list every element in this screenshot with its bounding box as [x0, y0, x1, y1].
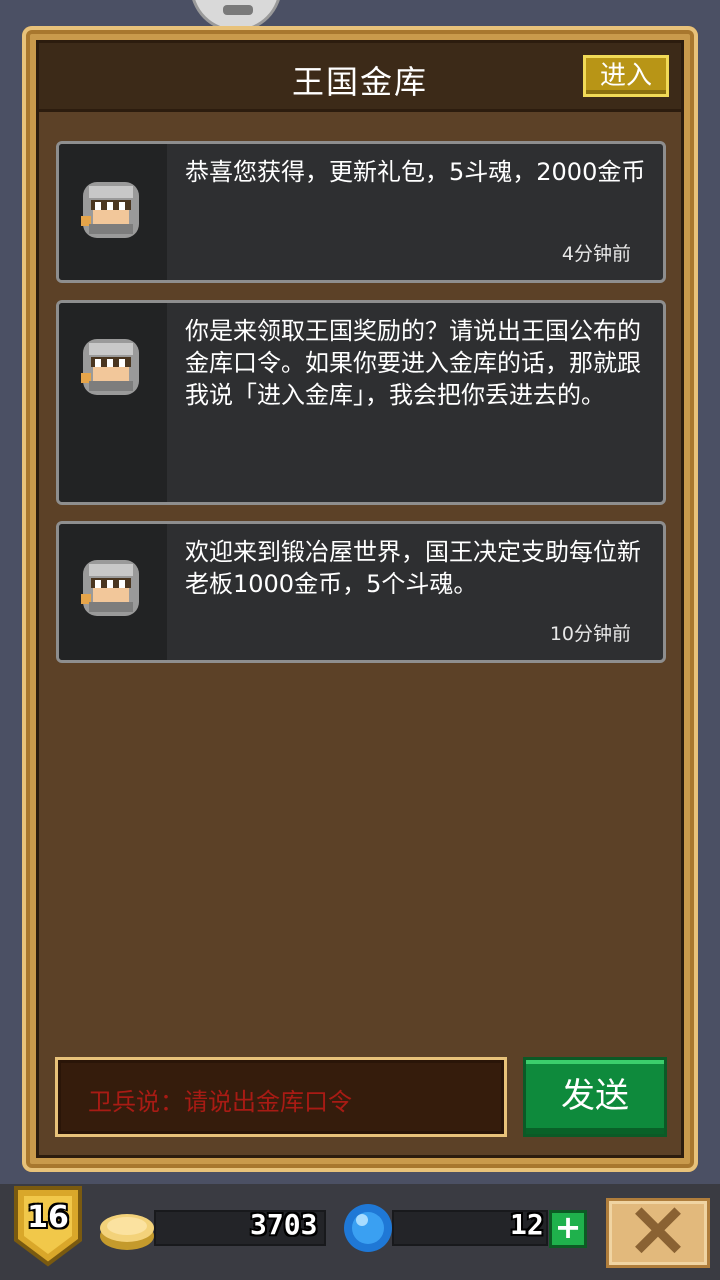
- panel-header: 王国金库 进入: [39, 43, 681, 112]
- enter-button[interactable]: 进入: [583, 55, 669, 97]
- plus-icon: +: [554, 1208, 582, 1246]
- message-time: 4分钟前: [561, 243, 631, 265]
- message-card: 恭喜您获得，更新礼包，5斗魂，2000金币 4分钟前: [56, 141, 666, 283]
- message-text: 恭喜您获得，更新礼包，5斗魂，2000金币: [185, 158, 646, 186]
- kingdom-vault-panel: 王国金库 进入 恭喜您获得，更新礼包，5斗魂，2000金币 4分钟前 你是来领取…: [22, 26, 698, 1172]
- message-text: 你是来领取王国奖励的？请说出王国公布的金库口令。如果你要进入金库的话，那就跟我说…: [185, 317, 641, 409]
- panel-body: 王国金库 进入 恭喜您获得，更新礼包，5斗魂，2000金币 4分钟前 你是来领取…: [36, 40, 684, 1158]
- status-bar: 16 3703 12 +: [0, 1184, 720, 1280]
- message-card: 欢迎来到锻冶屋世界，国王决定支助每位新老板1000金币，5个斗魂。 10分钟前: [56, 521, 666, 663]
- gems-value: 12: [510, 1208, 544, 1241]
- gold-coin-icon: [100, 1214, 154, 1250]
- knight-avatar-icon: [81, 560, 139, 616]
- password-input[interactable]: 卫兵说：请说出金库口令: [55, 1057, 507, 1137]
- level-value: 16: [27, 1200, 69, 1235]
- message-avatar-column: [59, 303, 167, 502]
- knight-avatar-icon: [81, 339, 139, 395]
- input-placeholder: 卫兵说：请说出金库口令: [88, 1088, 352, 1116]
- send-button[interactable]: 发送: [523, 1057, 667, 1137]
- close-x-icon: [635, 1207, 681, 1254]
- coins-value: 3703: [250, 1208, 318, 1241]
- add-gems-button[interactable]: +: [549, 1210, 587, 1248]
- message-card: 你是来领取王国奖励的？请说出王国公布的金库口令。如果你要进入金库的话，那就跟我说…: [56, 300, 666, 505]
- message-text: 欢迎来到锻冶屋世界，国王决定支助每位新老板1000金币，5个斗魂。: [185, 538, 641, 598]
- close-button[interactable]: [606, 1198, 710, 1268]
- blue-gem-icon: [344, 1204, 392, 1252]
- message-avatar-column: [59, 144, 167, 280]
- message-time: 10分钟前: [549, 623, 631, 645]
- knight-avatar-icon: [81, 182, 139, 238]
- message-avatar-column: [59, 524, 167, 660]
